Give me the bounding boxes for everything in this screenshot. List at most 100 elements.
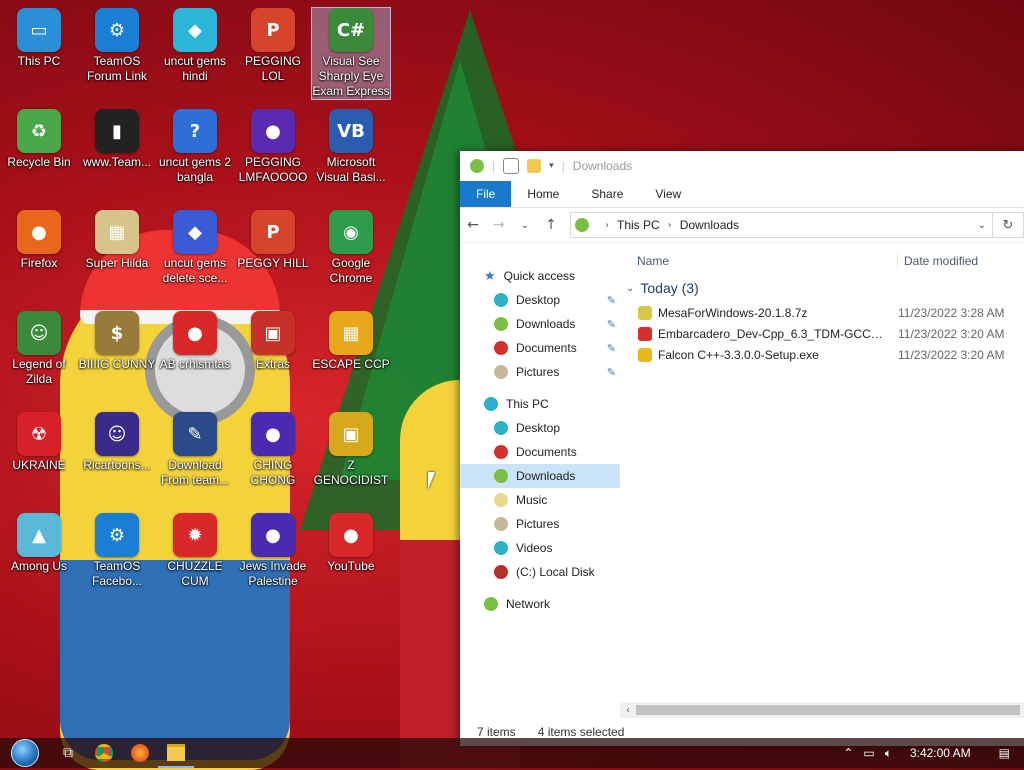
- desktop-icon[interactable]: ● Jews Invade Palestine: [234, 513, 312, 589]
- desktop-icon[interactable]: ● PEGGING LMFAOOOO: [234, 109, 312, 185]
- nav-item[interactable]: Videos: [460, 536, 620, 560]
- desktop-icon[interactable]: ● YouTube: [312, 513, 390, 574]
- desktop-icon[interactable]: ▦ ESCAPE CCP: [312, 311, 390, 372]
- desktop-icon[interactable]: ▣ Z GENOCIDIST: [312, 412, 390, 488]
- taskbar-file-explorer-icon[interactable]: [158, 738, 194, 768]
- desktop-icon[interactable]: ☢ UKRAINE: [0, 412, 78, 473]
- desktop-icon[interactable]: ● AB crhismtas: [156, 311, 234, 372]
- forward-arrow-icon[interactable]: →: [486, 217, 512, 233]
- address-dropdown-icon[interactable]: ⌄: [978, 220, 986, 231]
- tab-file[interactable]: File: [460, 181, 512, 207]
- navigation-pane[interactable]: ★ Quick access Desktop ✎ Downloads ✎ Documen…: [460, 242, 620, 718]
- desktop-icon[interactable]: ? uncut gems 2 bangla: [156, 109, 234, 185]
- desktop-icon[interactable]: ✎ Download From team...: [156, 412, 234, 488]
- up-arrow-icon[interactable]: ↑: [538, 217, 564, 233]
- properties-icon[interactable]: [503, 158, 520, 174]
- breadcrumb-chevron-icon[interactable]: ›: [605, 220, 609, 231]
- tab-view[interactable]: View: [639, 181, 697, 207]
- desktop-icon[interactable]: ▮ www.Team...: [78, 109, 156, 170]
- column-name[interactable]: Name: [620, 254, 897, 268]
- vb-icon: VB: [329, 109, 373, 153]
- file-row[interactable]: Falcon C++-3.3.0.0-Setup.exe 11/23/2022 3…: [620, 344, 1024, 365]
- column-date-modified[interactable]: Date modified: [897, 254, 978, 268]
- desktop-icon[interactable]: ▦ Super Hilda: [78, 210, 156, 271]
- desktop-icon[interactable]: ◆ uncut gems delete sce...: [156, 210, 234, 286]
- desktop-icon[interactable]: ☺ Legend of Zilda: [0, 311, 78, 387]
- desktop-icon[interactable]: ◉ Google Chrome: [312, 210, 390, 286]
- recent-locations-icon[interactable]: ⌄: [512, 220, 538, 231]
- nav-item[interactable]: Pictures ✎: [460, 360, 620, 384]
- breadcrumb-downloads[interactable]: Downloads: [680, 218, 739, 232]
- file-list[interactable]: Name Date modified ⌄ Today (3) MesaForWi…: [620, 242, 1024, 718]
- folder-icon: [494, 365, 508, 379]
- desktop-icon[interactable]: ● Firefox: [0, 210, 78, 271]
- clock[interactable]: 3:42:00 AM: [910, 746, 971, 760]
- title-separator-2: |: [561, 159, 565, 173]
- desktop-icon[interactable]: ▣ Extras: [234, 311, 312, 372]
- folder-icon: [494, 493, 508, 507]
- desktop-icon[interactable]: ▲ Among Us: [0, 513, 78, 574]
- start-button[interactable]: [0, 738, 50, 768]
- desktop-icon[interactable]: $ BIIIIG CUNNY: [78, 311, 156, 372]
- volume-icon[interactable]: 🔈︎: [885, 746, 892, 761]
- nav-item[interactable]: Desktop: [460, 416, 620, 440]
- desktop-icon[interactable]: P PEGGING LOL: [234, 8, 312, 84]
- desktop-icon[interactable]: ⚙ TeamOS Forum Link: [78, 8, 156, 84]
- task-view-icon[interactable]: ⧉: [50, 738, 86, 768]
- desktop-icon[interactable]: ▭ This PC: [0, 8, 78, 69]
- desktop-icon[interactable]: ♻ Recycle Bin: [0, 109, 78, 170]
- new-folder-icon[interactable]: [527, 159, 542, 173]
- back-arrow-icon[interactable]: ←: [460, 217, 486, 233]
- desktop-icon[interactable]: ✹ CHUZZLE CUM: [156, 513, 234, 589]
- customize-toolbar-icon[interactable]: ▾: [549, 161, 554, 171]
- nav-network[interactable]: Network: [460, 592, 620, 616]
- nav-this-pc[interactable]: This PC: [460, 392, 620, 416]
- desktop-icon[interactable]: ☺ Ricartoons...: [78, 412, 156, 473]
- desktop-icon[interactable]: ● CHING CHONG: [234, 412, 312, 488]
- firefox-icon: ●: [17, 210, 61, 254]
- scroll-left-icon[interactable]: ‹: [620, 705, 636, 716]
- nav-quick-access[interactable]: ★ Quick access: [460, 264, 620, 288]
- desktop-icon[interactable]: ⚙ TeamOS Facebo...: [78, 513, 156, 589]
- breadcrumb-this-pc[interactable]: This PC: [617, 218, 660, 232]
- desktop-icon[interactable]: VB Microsoft Visual Basi...: [312, 109, 390, 185]
- taskbar-chrome-icon[interactable]: [86, 738, 122, 768]
- address-bar[interactable]: › This PC › Downloads ⌄: [570, 212, 993, 238]
- tab-share[interactable]: Share: [575, 181, 639, 207]
- nav-item[interactable]: Music: [460, 488, 620, 512]
- nav-item[interactable]: Downloads: [460, 464, 620, 488]
- notifications-icon[interactable]: ▤: [999, 746, 1010, 760]
- chevron-down-icon[interactable]: ⌄: [626, 283, 634, 294]
- refresh-icon[interactable]: ↻: [993, 212, 1024, 238]
- folder-icon: [494, 317, 508, 331]
- scrollbar-thumb[interactable]: [636, 705, 1020, 715]
- taskbar-firefox-icon[interactable]: [122, 738, 158, 768]
- nav-item[interactable]: Desktop ✎: [460, 288, 620, 312]
- breadcrumb-chevron-icon-2[interactable]: ›: [668, 220, 672, 231]
- group-label: Today (3): [640, 280, 699, 296]
- nav-item[interactable]: Documents ✎: [460, 336, 620, 360]
- group-header[interactable]: ⌄ Today (3): [626, 280, 1024, 296]
- nav-item[interactable]: (C:) Local Disk: [460, 560, 620, 584]
- desktop-icon[interactable]: P PEGGY HILL: [234, 210, 312, 271]
- radiation-icon: ☢: [17, 412, 61, 456]
- title-bar[interactable]: | ▾ | Downloads: [460, 151, 1024, 181]
- desktop-icon-label: Google Chrome: [329, 256, 373, 285]
- file-row[interactable]: MesaForWindows-20.1.8.7z 11/23/2022 3:28 …: [620, 302, 1024, 323]
- file-name: Falcon C++-3.3.0.0-Setup.exe: [658, 347, 819, 362]
- nav-item[interactable]: Downloads ✎: [460, 312, 620, 336]
- orb-icon: ●: [251, 109, 295, 153]
- file-explorer-window[interactable]: | ▾ | Downloads File Home Share View ← →…: [460, 151, 1024, 746]
- desktop-icon[interactable]: ◆ uncut gems hindi: [156, 8, 234, 84]
- game-character-icon: ☺: [17, 311, 61, 355]
- file-row[interactable]: Embarcadero_Dev-Cpp_6.3_TDM-GCC_9.... 11/…: [620, 323, 1024, 344]
- tab-home[interactable]: Home: [511, 181, 575, 207]
- nav-item[interactable]: Pictures: [460, 512, 620, 536]
- nav-item[interactable]: Documents: [460, 440, 620, 464]
- network-status-icon[interactable]: ▭: [863, 746, 874, 760]
- network-icon: [484, 597, 498, 611]
- show-hidden-icons-icon[interactable]: ⌃: [843, 746, 853, 760]
- folder-icon: [494, 517, 508, 531]
- horizontal-scrollbar[interactable]: ‹: [620, 702, 1024, 718]
- desktop-icon[interactable]: C# Visual See Sharply Eye Exam Express: [311, 7, 391, 100]
